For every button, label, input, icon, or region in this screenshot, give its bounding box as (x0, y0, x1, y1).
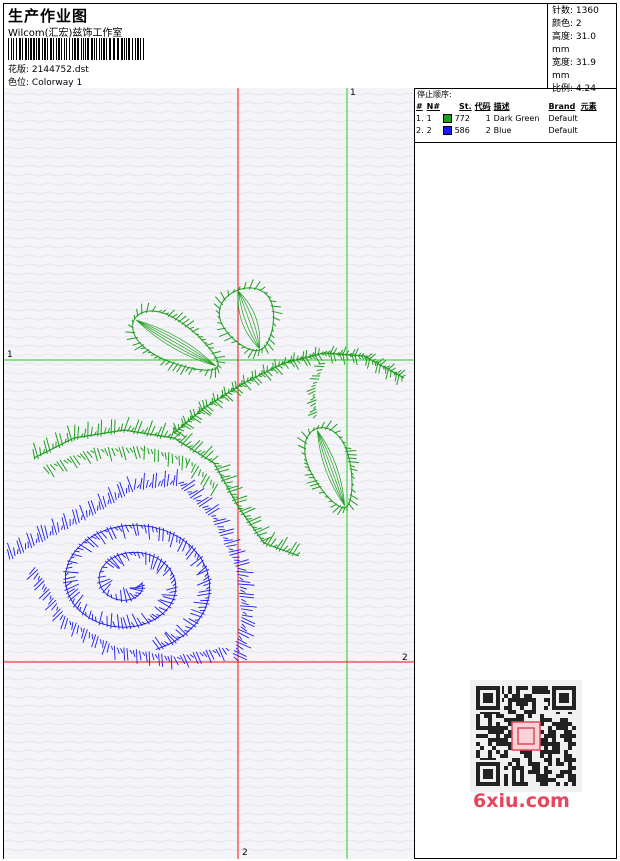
row-stitches: 772 (443, 112, 475, 124)
row-needle: 1 (426, 113, 432, 123)
row-needle: 2 (426, 125, 432, 135)
colorway-value: Colorway 1 (31, 78, 83, 88)
design-file-line: 花版: 2144752.dst (8, 62, 89, 75)
row-description: Blue (493, 125, 512, 135)
guide-red-bottom-label: 2 (242, 848, 248, 858)
stat-width: 宽度: 31.9 mm (552, 58, 596, 81)
row-index: 2. (416, 125, 424, 135)
design-file-label: 花版: (8, 65, 30, 75)
row-element (581, 112, 600, 124)
green-thread-layer (32, 279, 406, 557)
guide-green-left-label: 1 (7, 350, 13, 360)
row-index: 1. (416, 113, 424, 123)
column-header: St. (459, 101, 472, 111)
table-row[interactable]: 2. 2 586 2 Blue Default (416, 124, 600, 136)
stat-stitches: 针数: 1360 (552, 6, 599, 16)
colorway-label: 色位: (8, 78, 30, 88)
barcode (8, 38, 144, 60)
column-header: Brand (548, 101, 576, 111)
embroidery-design (4, 88, 414, 859)
stop-sequence-table: # N# St. 代码 描述 Brand 元素 1. 1 772 1 Dark … (416, 100, 600, 136)
header-panel: 生产作业图 Wilcom(汇宏)兹饰工作室 花版: 2144752.dst 色位… (4, 4, 616, 94)
column-header: N# (426, 101, 441, 111)
stat-colors: 颜色: 2 (552, 19, 582, 29)
fabric-texture (4, 92, 414, 852)
stat-height: 高度: 31.0 mm (552, 32, 596, 55)
row-code: 1 (485, 113, 491, 123)
watermark-logo: 6xiu.com (473, 790, 570, 812)
color-swatch (443, 113, 453, 123)
column-header: 代码 (474, 101, 491, 111)
page-title: 生产作业图 (8, 7, 89, 25)
row-stitches: 586 (443, 124, 475, 136)
stop-sequence-panel: 停止顺序: # N# St. 代码 描述 Brand 元素 1. 1 772 1… (415, 88, 617, 143)
row-code: 2 (485, 125, 491, 135)
color-swatch (443, 125, 453, 135)
studio-name: Wilcom(汇宏)兹饰工作室 (8, 28, 123, 39)
table-header-row: # N# St. 代码 描述 Brand 元素 (416, 100, 600, 112)
column-header: 元素 (580, 101, 597, 111)
stop-sequence-title: 停止顺序: (417, 90, 452, 99)
stats-panel: 针数: 1360 颜色: 2 高度: 31.0 mm 宽度: 31.9 mm 比… (547, 4, 616, 94)
blue-thread-layer (6, 469, 257, 670)
design-file-value: 2144752.dst (31, 65, 89, 75)
column-header: # (416, 101, 423, 111)
column-header: 描述 (493, 101, 510, 111)
qr-code-icon (470, 680, 582, 792)
row-element (581, 124, 600, 136)
table-row[interactable]: 1. 1 772 1 Dark Green Default (416, 112, 600, 124)
guide-red-right-label: 2 (402, 653, 408, 663)
row-brand: Default (548, 125, 578, 135)
row-description: Dark Green (493, 113, 540, 123)
guide-green-top-label: 1 (350, 88, 356, 98)
colorway-line: 色位: Colorway 1 (8, 75, 82, 88)
design-canvas[interactable]: 1 1 2 2 (4, 88, 415, 859)
row-brand: Default (548, 113, 578, 123)
